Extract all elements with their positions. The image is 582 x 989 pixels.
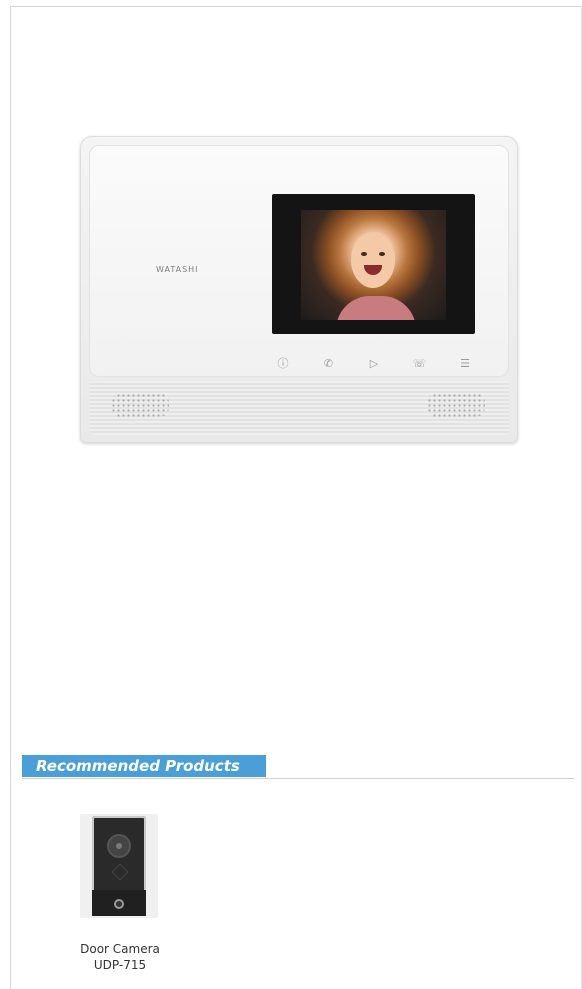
hangup-icon: ☏ bbox=[412, 357, 427, 370]
speaker-right bbox=[427, 393, 485, 417]
product-thumbnail[interactable] bbox=[80, 814, 158, 918]
brand-logo: WATASHI bbox=[156, 265, 199, 274]
info-icon: ⓘ bbox=[277, 357, 289, 370]
recommended-products-heading: Recommended Products bbox=[22, 755, 266, 777]
camera-lens-icon bbox=[109, 836, 129, 856]
product-name[interactable]: Door Camera bbox=[62, 942, 178, 956]
door-camera-image bbox=[92, 816, 146, 916]
video-intercom-monitor-image: WATASHI ⓘ ✆ ▷ ☏ ☰ bbox=[80, 136, 518, 443]
call-button-icon bbox=[114, 899, 124, 909]
monitor-buttons: ⓘ ✆ ▷ ☏ ☰ bbox=[276, 351, 472, 377]
product-model[interactable]: UDP-715 bbox=[62, 958, 178, 972]
answer-icon: ✆ bbox=[323, 357, 334, 370]
speaker-left bbox=[111, 393, 169, 417]
product-card-door-camera[interactable]: Door Camera UDP-715 bbox=[62, 798, 178, 978]
monitor-face: WATASHI ⓘ ✆ ▷ ☏ ☰ bbox=[89, 145, 509, 377]
monitor-icon: ▷ bbox=[369, 357, 379, 370]
section-divider bbox=[22, 778, 574, 779]
monitor-screen-bezel bbox=[272, 194, 475, 334]
menu-icon: ☰ bbox=[460, 357, 470, 370]
monitor-speaker-grille bbox=[89, 381, 509, 435]
monitor-screen-photo bbox=[301, 210, 446, 320]
